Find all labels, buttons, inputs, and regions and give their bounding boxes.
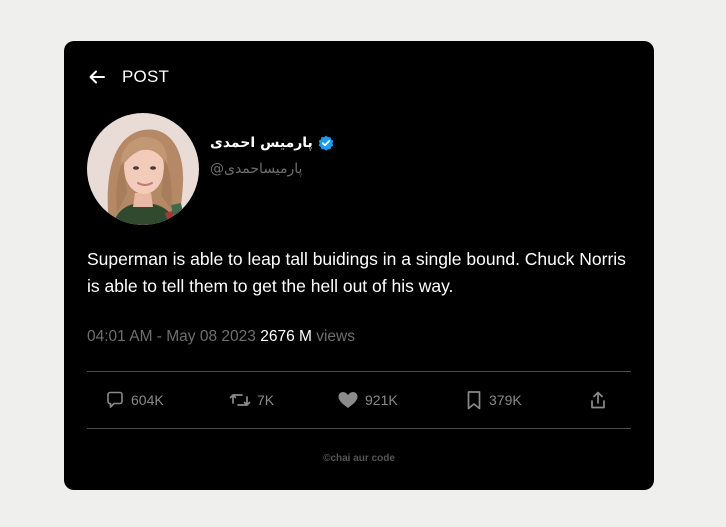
back-button[interactable] <box>88 68 106 86</box>
like-button[interactable]: 921K <box>337 372 398 428</box>
share-button[interactable] <box>588 372 608 428</box>
retweet-icon <box>229 394 251 406</box>
share-icon <box>591 391 605 409</box>
comment-icon <box>107 391 123 408</box>
post-header: POST <box>88 66 169 88</box>
reply-count: 604K <box>131 392 164 408</box>
avatar[interactable] <box>87 113 199 225</box>
action-bar: 604K 7K 921K 379K <box>87 372 631 428</box>
divider-bottom <box>87 428 631 429</box>
retweet-count: 7K <box>257 392 275 408</box>
bookmark-button[interactable]: 379K <box>465 372 522 428</box>
arrow-left-icon <box>89 70 105 84</box>
tweet-card: POST پارمیس احمدی پارمیساحمدی@ Superman … <box>64 41 654 490</box>
views-count: 2676 M <box>260 328 312 345</box>
reply-button[interactable]: 604K <box>105 372 164 428</box>
footer-credit: ©chai aur code <box>323 453 395 464</box>
tweet-meta: 04:01 AM - May 08 2023 2676 M views <box>87 328 355 346</box>
verified-badge-icon <box>318 135 334 151</box>
bookmark-count: 379K <box>489 392 522 408</box>
user-handle[interactable]: پارمیساحمدی@ <box>210 161 334 177</box>
user-info: پارمیس احمدی پارمیساحمدی@ <box>210 133 334 177</box>
retweet-button[interactable]: 7K <box>229 372 274 428</box>
tweet-text: Superman is able to leap tall buidings i… <box>87 249 626 296</box>
page-title: POST <box>122 67 170 86</box>
heart-icon <box>338 392 358 408</box>
like-count: 921K <box>365 392 398 408</box>
bookmark-icon <box>467 391 481 410</box>
name-row: پارمیس احمدی <box>210 133 334 153</box>
display-name[interactable]: پارمیس احمدی <box>210 135 313 151</box>
views-label: views <box>316 328 355 345</box>
timestamp[interactable]: 04:01 AM - May 08 2023 <box>87 328 256 345</box>
